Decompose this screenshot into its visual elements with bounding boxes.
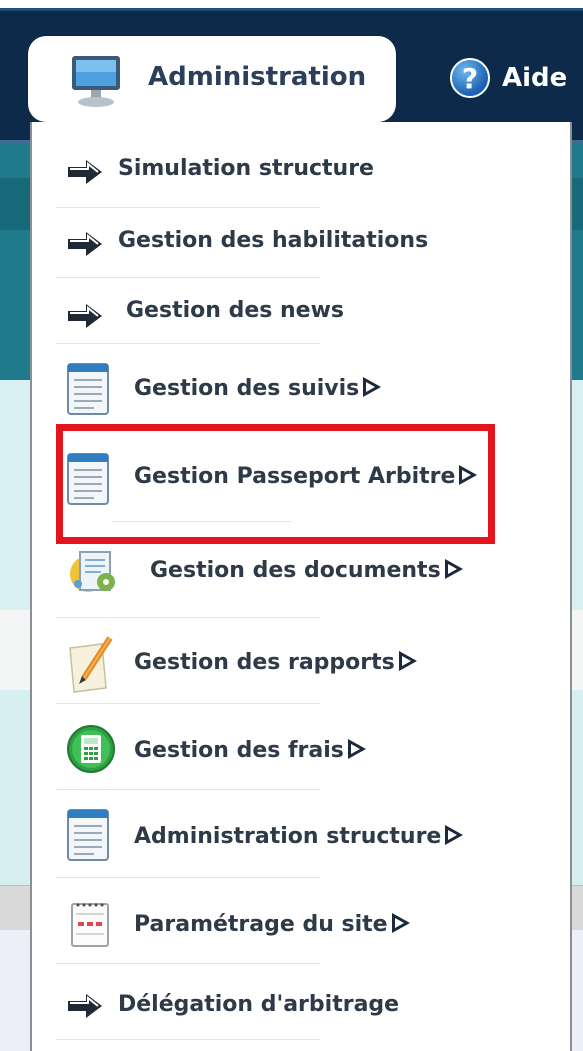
monitor-icon — [68, 54, 124, 108]
menu-item-delegation-arbitrage[interactable]: Délégation d'arbitrage — [32, 964, 572, 1040]
document-icon — [66, 808, 112, 866]
menu-item-label: Délégation d'arbitrage — [118, 992, 400, 1017]
submenu-arrow-icon — [363, 377, 382, 397]
help-link[interactable]: ? Aide — [450, 58, 567, 98]
menu-item-label: Gestion des rapports — [134, 650, 417, 675]
menu-item-label: Gestion des news — [126, 298, 344, 323]
arrow-right-icon — [66, 302, 104, 334]
menu-item-label: Paramétrage du site — [134, 912, 410, 937]
menu-item-news[interactable]: Gestion des news — [32, 278, 572, 344]
submenu-arrow-icon — [445, 825, 464, 845]
submenu-arrow-icon — [347, 739, 366, 759]
divider — [56, 1039, 320, 1040]
notepad-pencil-icon — [66, 634, 122, 698]
menu-item-administration-structure[interactable]: Administration structure — [32, 790, 572, 878]
menu-item-simulation-structure[interactable]: Simulation structure — [32, 136, 572, 208]
menu-item-parametrage[interactable]: Paramétrage du site — [32, 878, 572, 964]
menu-item-label: Gestion des suivis — [134, 376, 382, 401]
arrow-right-icon — [66, 992, 104, 1024]
help-label: Aide — [502, 63, 568, 93]
help-icon: ? — [450, 58, 490, 98]
menu-item-label: Gestion des documents — [150, 558, 463, 583]
admin-tab-label: Administration — [148, 62, 367, 92]
submenu-arrow-icon — [398, 651, 417, 671]
arrow-right-icon — [66, 158, 104, 190]
top-edge — [0, 0, 583, 8]
menu-item-frais[interactable]: Gestion des frais — [32, 704, 572, 790]
menu-item-label: Administration structure — [134, 824, 464, 849]
admin-dropdown-menu: Simulation structure Gestion des habilit… — [30, 122, 572, 1051]
admin-tab[interactable]: Administration — [28, 36, 396, 122]
calculator-icon — [66, 724, 116, 778]
menu-item-rapports[interactable]: Gestion des rapports — [32, 618, 572, 704]
arrow-right-icon — [66, 230, 104, 262]
document-icon — [66, 362, 112, 420]
menu-item-suivis[interactable]: Gestion des suivis — [32, 344, 572, 430]
submenu-arrow-icon — [391, 913, 410, 933]
highlight-box — [56, 424, 495, 544]
menu-item-label: Gestion des frais — [134, 738, 366, 763]
submenu-arrow-icon — [444, 559, 463, 579]
menu-item-label: Gestion des habilitations — [118, 228, 429, 253]
menu-item-habilitations[interactable]: Gestion des habilitations — [32, 208, 572, 278]
documents-gear-icon — [66, 542, 126, 606]
notepad-icon — [70, 900, 110, 952]
menu-item-label: Simulation structure — [118, 156, 374, 181]
